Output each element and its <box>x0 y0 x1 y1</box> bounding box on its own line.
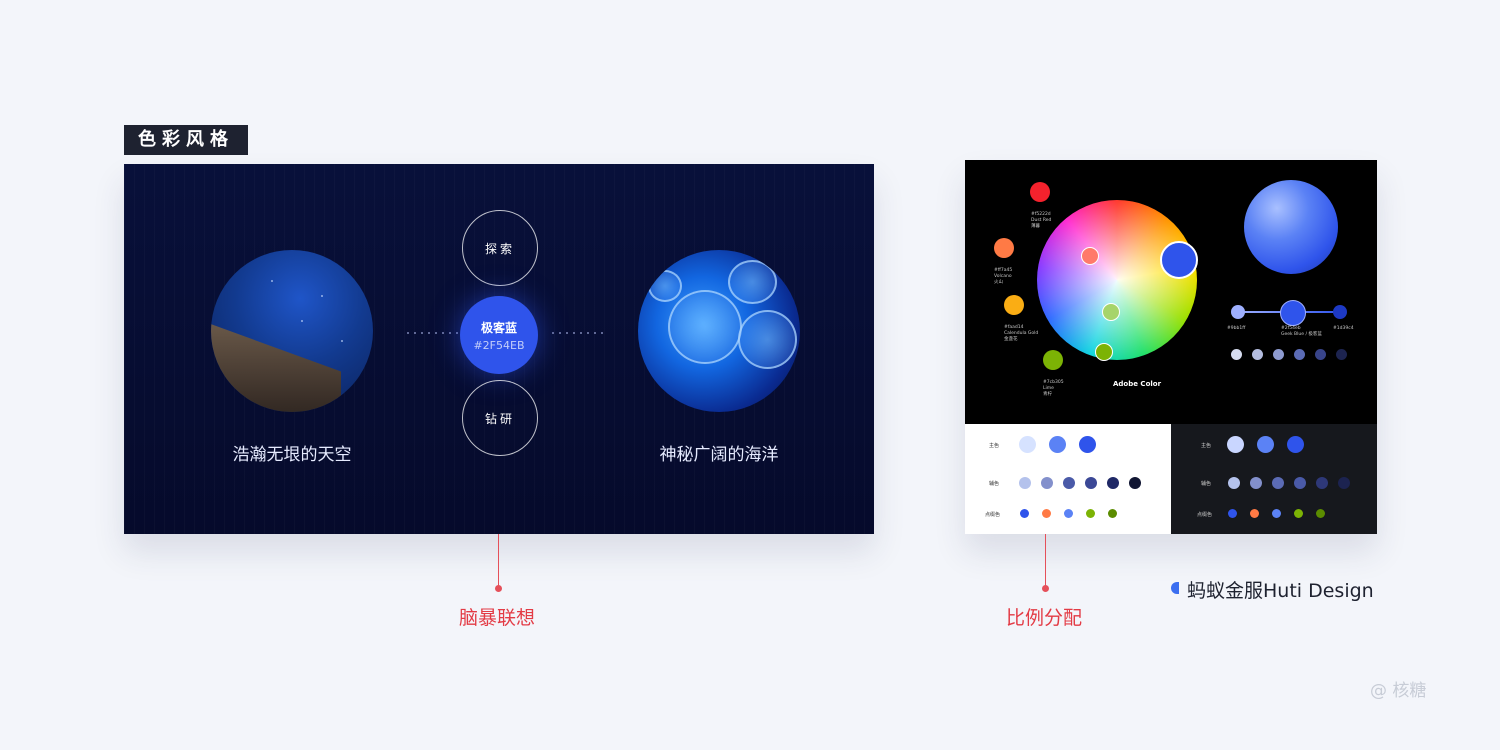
swatch-zh: 青柠 <box>1043 391 1052 397</box>
swatch-dust-red <box>1030 182 1050 202</box>
connector-dot-left <box>495 585 502 592</box>
swatch-calendula-gold <box>1004 295 1024 315</box>
color-wheel <box>1037 200 1197 360</box>
accent-swatch <box>1294 509 1303 518</box>
swatch-lime <box>1043 350 1063 370</box>
secondary-swatch <box>1338 477 1350 489</box>
brand-logo-icon <box>1171 582 1179 594</box>
swatch-zh: 金盏花 <box>1004 336 1018 342</box>
wheel-handle <box>1102 303 1120 321</box>
dotted-connector-left <box>407 332 459 334</box>
dark-scheme: 主色 辅色 点缀色 <box>1171 424 1377 534</box>
core-color-hex: #2F54EB <box>473 339 525 352</box>
slider-main-stop <box>1280 300 1306 326</box>
blue-sphere <box>1244 180 1338 274</box>
secondary-swatch <box>1129 477 1141 489</box>
wheel-handle <box>1095 343 1113 361</box>
secondary-swatch <box>1228 477 1240 489</box>
accent-swatch <box>1316 509 1325 518</box>
geek-blue-core: 极客蓝 #2F54EB <box>460 296 538 374</box>
row-label-primary: 主色 <box>989 443 1000 449</box>
sky-caption: 浩瀚无垠的天空 <box>232 445 352 465</box>
proportion-panel: #f5222d Dust Red 薄暮 #ff7a45 Volcano 火山 #… <box>965 160 1377 534</box>
swatch-hex: #ff7a45 <box>994 268 1013 273</box>
proportion-label: 比例分配 <box>1006 607 1083 629</box>
row-label-secondary: 辅色 <box>1201 481 1212 487</box>
ocean-jellyfish-image <box>638 250 800 412</box>
primary-swatch <box>1079 436 1096 453</box>
slider-label: #1d39c4 <box>1333 326 1354 331</box>
swatch-name: Dust Red <box>1031 217 1052 223</box>
swatch-name: Volcano <box>994 273 1012 279</box>
tint-swatch <box>1294 349 1305 360</box>
row-label-primary: 主色 <box>1201 443 1212 449</box>
tint-swatch <box>1252 349 1263 360</box>
accent-swatch <box>1042 509 1051 518</box>
watermark: @ 核糖 <box>1370 681 1427 701</box>
slider-sub: Geek Blue / 极客蓝 <box>1281 332 1322 337</box>
slider-light-stop <box>1231 305 1245 319</box>
wheel-label: Adobe Color <box>1113 380 1162 388</box>
section-title: 色彩风格 <box>124 125 248 155</box>
keyword-explore: 探索 <box>462 210 538 286</box>
secondary-swatch <box>1272 477 1284 489</box>
brainstorm-panel: 浩瀚无垠的天空 探索 极客蓝 #2F54EB 钻研 神秘广阔的海洋 <box>124 164 874 534</box>
accent-swatch <box>1086 509 1095 518</box>
tint-swatch <box>1231 349 1242 360</box>
wheel-handle <box>1081 247 1099 265</box>
slider-label: #9bb1ff <box>1227 326 1246 331</box>
secondary-swatch <box>1294 477 1306 489</box>
secondary-swatch <box>1019 477 1031 489</box>
dotted-connector-right <box>552 332 604 334</box>
accent-swatch <box>1108 509 1117 518</box>
accent-swatch <box>1020 509 1029 518</box>
primary-swatch <box>1257 436 1274 453</box>
ocean-caption: 神秘广阔的海洋 <box>659 445 779 465</box>
core-color-name: 极客蓝 <box>480 321 517 335</box>
tint-swatch <box>1336 349 1347 360</box>
swatch-zh: 薄暮 <box>1031 223 1040 229</box>
row-label-accent: 点缀色 <box>1197 512 1213 518</box>
row-label-accent: 点缀色 <box>985 512 1001 518</box>
row-label-secondary: 辅色 <box>989 481 1000 487</box>
tint-swatch <box>1315 349 1326 360</box>
tint-swatch <box>1273 349 1284 360</box>
secondary-swatch <box>1107 477 1119 489</box>
accent-swatch <box>1250 509 1259 518</box>
secondary-swatch <box>1085 477 1097 489</box>
swatch-hex: #f5222d <box>1031 212 1051 217</box>
wheel-handle-main <box>1160 241 1198 279</box>
primary-swatch <box>1019 436 1036 453</box>
brainstorm-label: 脑暴联想 <box>459 607 536 629</box>
connector-line-right <box>1045 534 1046 588</box>
accent-swatch <box>1064 509 1073 518</box>
slider-dark-stop <box>1333 305 1347 319</box>
connector-dot-right <box>1042 585 1049 592</box>
primary-swatch <box>1287 436 1304 453</box>
color-wheel-area: #f5222d Dust Red 薄暮 #ff7a45 Volcano 火山 #… <box>965 160 1377 424</box>
swatch-name: Calendula Gold <box>1004 330 1039 336</box>
swatch-hex: #7cb305 <box>1043 380 1064 385</box>
secondary-swatch <box>1250 477 1262 489</box>
sky-image <box>211 250 373 412</box>
accent-swatch <box>1272 509 1281 518</box>
swatch-zh: 火山 <box>994 279 1003 285</box>
keyword-research: 钻研 <box>462 380 538 456</box>
secondary-swatch <box>1041 477 1053 489</box>
brand-name: 蚂蚁金服Huti Design <box>1187 580 1374 602</box>
slider-label: #2f54eb <box>1281 326 1301 331</box>
swatch-volcano <box>994 238 1014 258</box>
secondary-swatch <box>1316 477 1328 489</box>
light-scheme: 主色 辅色 点缀色 <box>965 424 1171 534</box>
secondary-swatch <box>1063 477 1075 489</box>
connector-line-left <box>498 534 499 588</box>
primary-swatch <box>1049 436 1066 453</box>
primary-swatch <box>1227 436 1244 453</box>
accent-swatch <box>1228 509 1237 518</box>
